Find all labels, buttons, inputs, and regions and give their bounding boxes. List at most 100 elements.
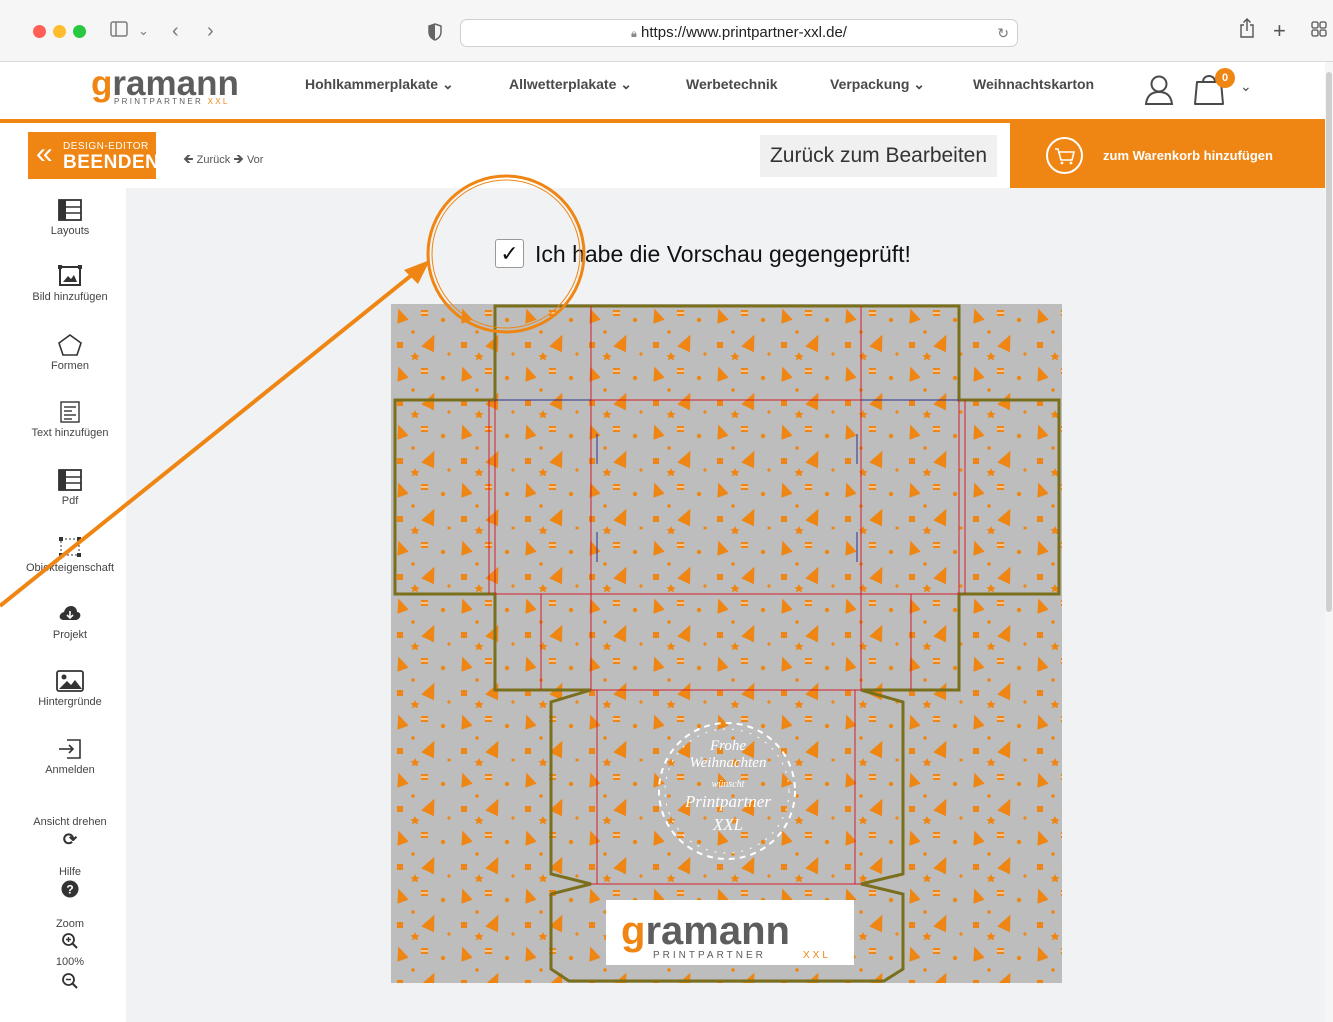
tool-label: Objekteigenschaft (25, 562, 115, 574)
tool-object-properties[interactable]: Objekteigenschaft (14, 536, 126, 574)
exit-label-bottom: BEENDEN (63, 152, 160, 173)
image-add-icon (14, 265, 126, 287)
undo-button[interactable]: 🡸︎ Zurück (183, 151, 231, 166)
user-account-icon[interactable] (1144, 74, 1174, 111)
tool-label: Ansicht drehen (33, 816, 107, 828)
tool-label: Layouts (50, 225, 90, 237)
tool-pdf[interactable]: Pdf (14, 469, 126, 507)
chevron-down-icon[interactable]: ⌄ (138, 18, 149, 44)
tool-rotate-view[interactable]: Ansicht drehen ⟳ (14, 816, 126, 854)
tool-add-image[interactable]: Bild hinzufügen (14, 265, 126, 303)
pdf-icon (14, 469, 126, 491)
page-scrollbar[interactable] (1325, 62, 1333, 1022)
browser-toolbar: ⌄ ‹ › 🔒︎ https://www.printpartner-xxl.de… (0, 0, 1333, 62)
zoom-in-icon[interactable] (14, 932, 126, 952)
greeting-line-5: XXL (712, 815, 743, 834)
minimize-window-button[interactable] (53, 25, 66, 38)
greeting-line-4: Printpartner (684, 792, 771, 811)
object-properties-icon (14, 536, 126, 558)
address-bar[interactable]: 🔒︎ https://www.printpartner-xxl.de/ ↻ (460, 19, 1018, 47)
cart-count-badge: 0 (1215, 68, 1235, 88)
box-dieline-preview[interactable]: Frohe Weihnachten wünscht Printpartner X… (391, 304, 1062, 983)
logo-sub: PRINTPARTNER (114, 97, 204, 106)
undo-redo-group: 🡸︎ Zurück 🡺︎ Vor (183, 150, 263, 172)
cart-icon (1046, 137, 1083, 174)
close-window-button[interactable] (33, 25, 46, 38)
tool-label: Formen (51, 360, 89, 372)
zoom-value: 100% (55, 956, 85, 968)
nav-werbetechnik[interactable]: Werbetechnik (686, 76, 778, 92)
tool-label: Pdf (61, 495, 79, 507)
redo-label: Vor (246, 154, 264, 166)
nav-label: Werbetechnik (686, 76, 778, 92)
add-to-cart-button[interactable]: zum Warenkorb hinzufügen (1010, 123, 1326, 188)
scrollbar-thumb[interactable] (1326, 72, 1332, 612)
background-icon (14, 670, 126, 692)
tool-help[interactable]: Hilfe ? (14, 866, 126, 904)
layout-icon (14, 199, 126, 221)
tool-label: Hilfe (58, 866, 81, 878)
nav-label: Hohlkammerplakate (305, 76, 439, 92)
exit-editor-button[interactable]: « DESIGN-EDITOR BEENDEN (28, 132, 160, 179)
site-logo[interactable]: gramann PRINTPARTNER XXL (91, 64, 261, 109)
tool-label: Bild hinzufügen (32, 291, 108, 303)
nav-label: Allwetterplakate (509, 76, 617, 92)
forward-icon[interactable]: › (207, 18, 214, 44)
pattern-background (391, 304, 1062, 983)
tool-project[interactable]: Projekt (14, 603, 126, 641)
greeting-line-2: Weihnachten (690, 755, 767, 771)
tab-overview-icon[interactable] (1311, 18, 1327, 44)
chevron-down-icon[interactable]: ⌄ (1240, 78, 1252, 95)
greeting-line-1: Frohe (709, 738, 746, 754)
reload-icon[interactable]: ↻ (997, 20, 1009, 46)
preview-confirm-checkbox[interactable]: ✓ (495, 239, 524, 268)
tool-label: Projekt (52, 629, 88, 641)
double-chevron-left-icon: « (36, 137, 53, 170)
preview-confirm-label[interactable]: Ich habe die Vorschau gegengeprüft! (535, 241, 911, 268)
tool-layouts[interactable]: Layouts (14, 199, 126, 237)
rotate-icon: ⟳ (62, 830, 78, 849)
url-text: https://www.printpartner-xxl.de/ (641, 24, 847, 41)
zoom-window-button[interactable] (73, 25, 86, 38)
add-to-cart-label: zum Warenkorb hinzufügen (1103, 148, 1273, 163)
tool-label: Text hinzufügen (31, 427, 109, 439)
greeting-line-3: wünscht (712, 779, 745, 790)
chevron-down-icon: ⌄ (913, 76, 925, 92)
tool-label: Hintergründe (38, 696, 102, 708)
nav-label: Verpackung (830, 76, 910, 92)
tool-label: Anmelden (45, 764, 95, 776)
tool-add-text[interactable]: Text hinzufügen (14, 401, 126, 439)
nav-hohlkammerplakate[interactable]: Hohlkammerplakate ⌄ (305, 76, 454, 93)
redo-button[interactable]: 🡺︎ Vor (233, 151, 264, 166)
tool-label: Zoom (55, 918, 85, 930)
new-tab-icon[interactable]: + (1273, 18, 1286, 44)
logo-xxl: XXL (207, 97, 230, 106)
help-icon: ? (14, 880, 126, 900)
back-icon[interactable]: ‹ (172, 18, 179, 44)
undo-label: Zurück (196, 154, 231, 166)
page-root: { "browser": { "url": "https://www.print… (0, 0, 1333, 1022)
nav-allwetterplakate[interactable]: Allwetterplakate ⌄ (509, 76, 632, 93)
chevron-down-icon: ⌄ (441, 76, 454, 92)
tool-login[interactable]: Anmelden (14, 738, 126, 776)
undo-arrow-icon: 🡸︎ (183, 151, 194, 166)
tool-zoom: Zoom 100% (14, 918, 126, 996)
share-icon[interactable] (1239, 18, 1255, 45)
logo-g: g (91, 64, 113, 103)
text-icon (14, 401, 126, 423)
chevron-down-icon: ⌄ (620, 76, 632, 92)
nav-weihnachtskarton[interactable]: Weihnachtskarton (973, 76, 1094, 92)
tool-shapes[interactable]: Formen (14, 334, 126, 372)
sidebar-toggle-icon[interactable] (110, 18, 128, 44)
cloud-icon (14, 603, 126, 625)
privacy-shield-icon[interactable] (428, 22, 442, 48)
nav-label: Weihnachtskarton (973, 76, 1095, 92)
zoom-out-icon[interactable] (14, 972, 126, 992)
back-to-edit-button[interactable]: Zurück zum Bearbeiten (760, 135, 997, 177)
nav-verpackung[interactable]: Verpackung ⌄ (830, 76, 925, 93)
redo-arrow-icon: 🡺︎ (233, 151, 244, 166)
login-icon (14, 738, 126, 760)
shapes-icon (14, 334, 126, 356)
tool-backgrounds[interactable]: Hintergründe (14, 670, 126, 708)
bottom-logo-main: gramann (621, 909, 790, 953)
